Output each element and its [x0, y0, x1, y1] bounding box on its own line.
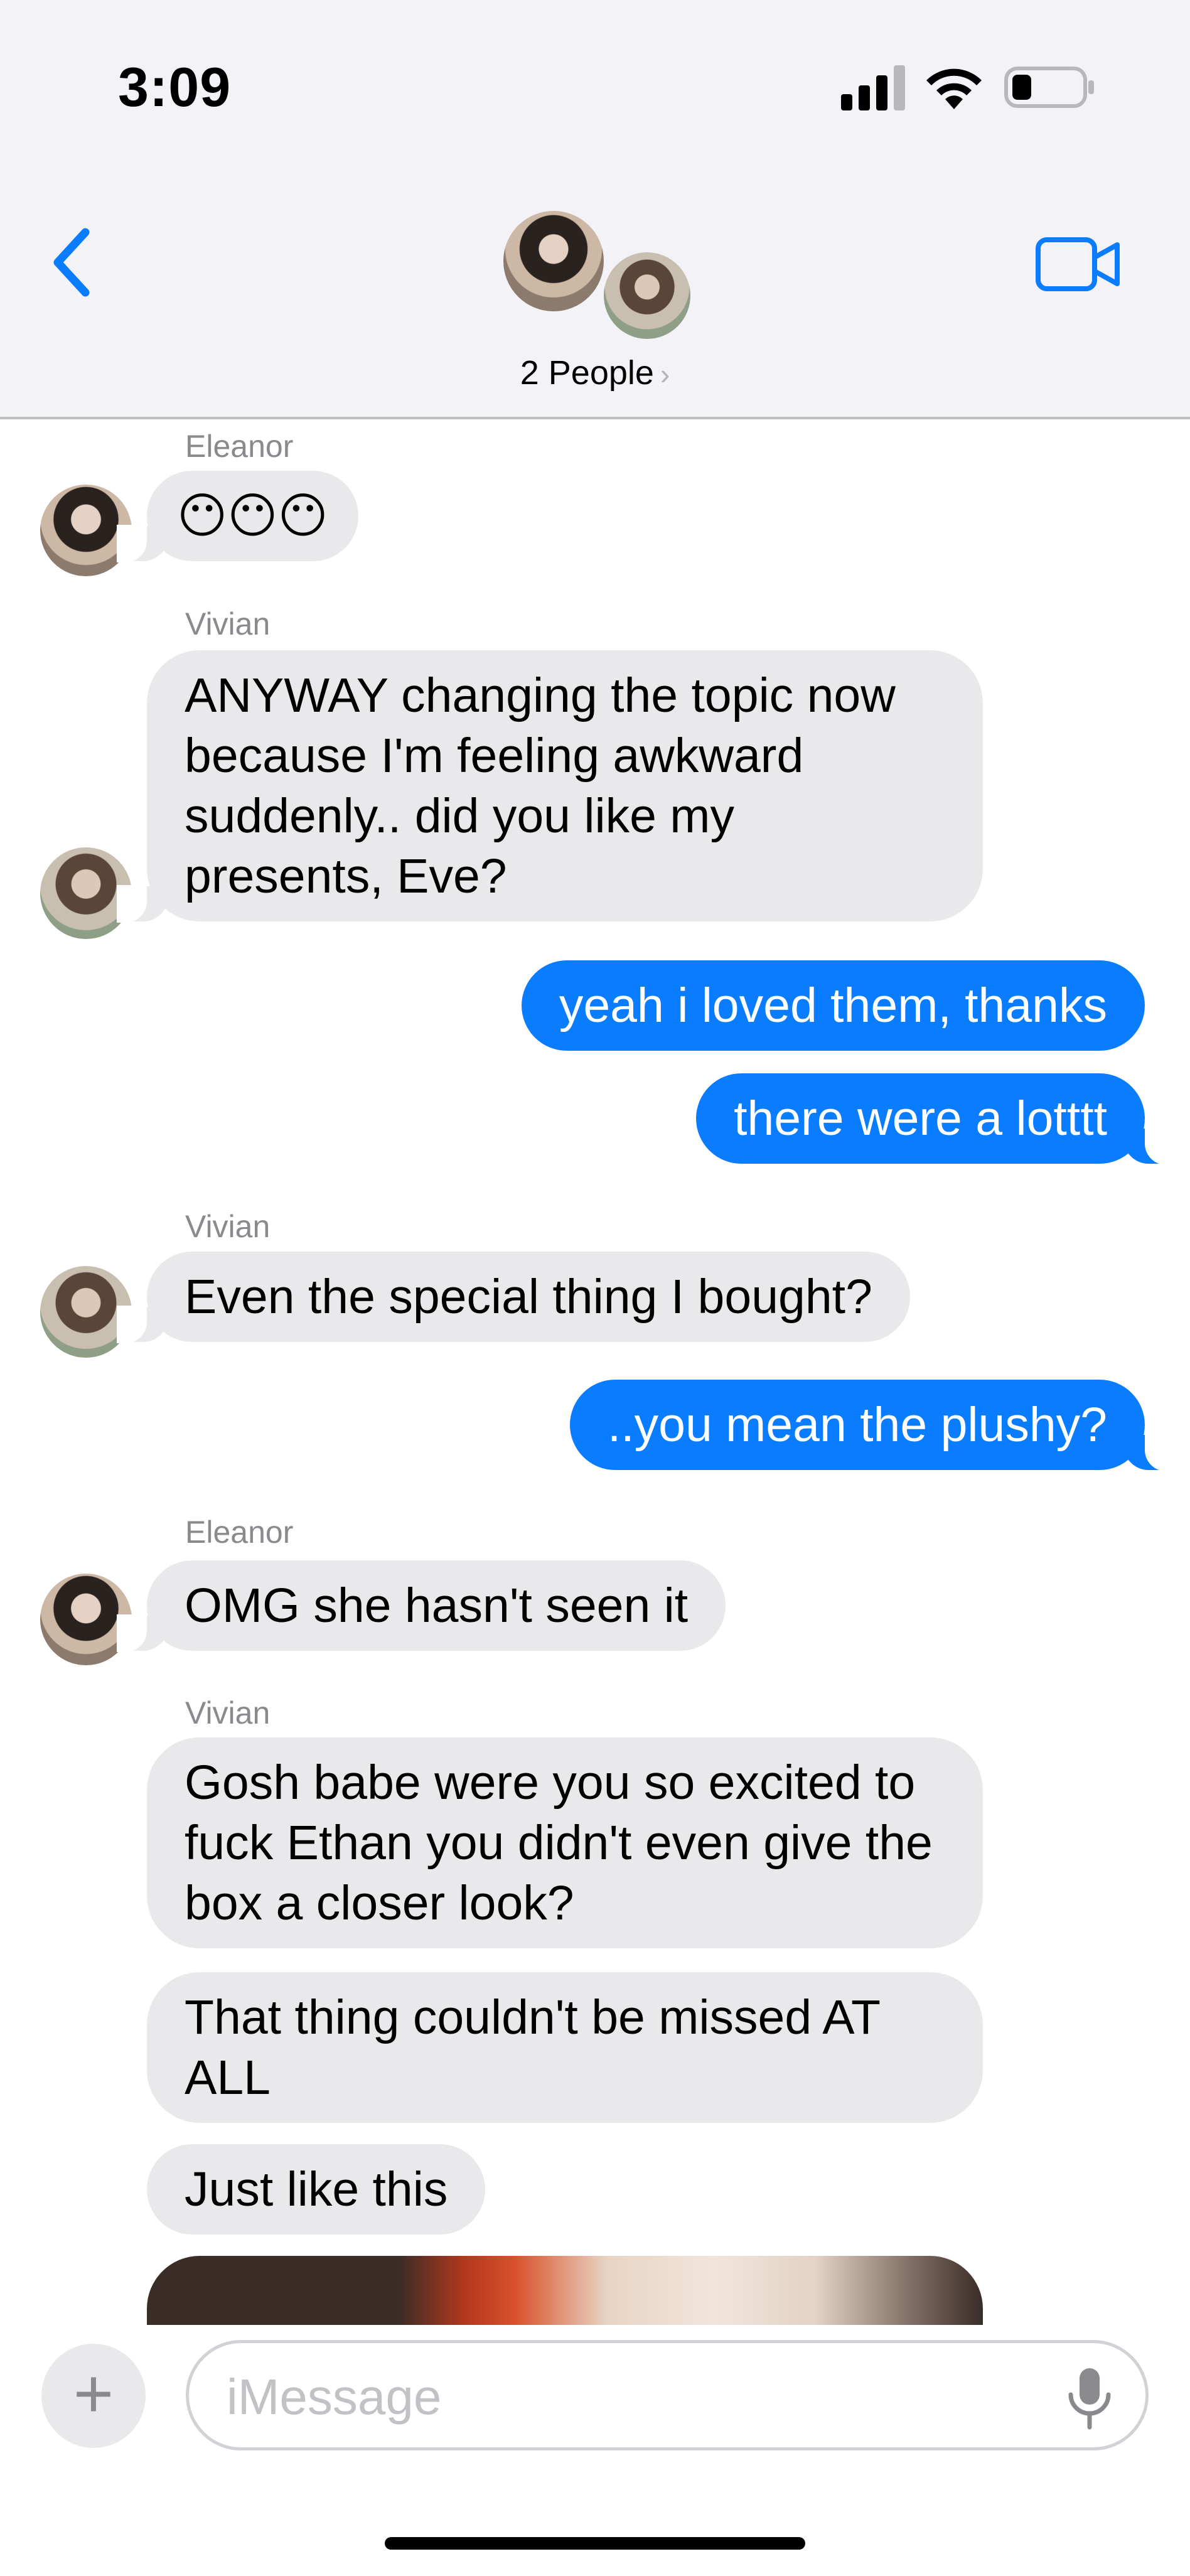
- status-bar: 3:09: [0, 0, 1190, 162]
- message-text: 😶😶😶: [177, 489, 328, 543]
- message-field: [186, 2340, 1149, 2450]
- message-text: yeah i loved them, thanks: [559, 979, 1107, 1033]
- message-bubble[interactable]: ANYWAY changing the topic now because I'…: [117, 650, 983, 923]
- status-time: 3:09: [118, 56, 232, 118]
- message-bubble[interactable]: OMG she hasn't seen it: [116, 1560, 726, 1652]
- message-bubble[interactable]: Gosh babe were you so excited to fuck Et…: [147, 1737, 983, 1948]
- conversation-title[interactable]: 2 People ›: [0, 353, 1190, 392]
- battery-icon: [1004, 67, 1094, 108]
- sender-name: Vivian: [185, 1695, 271, 1731]
- sender-name: Eleanor: [185, 1515, 294, 1550]
- message-text: ..you mean the plushy?: [607, 1398, 1107, 1452]
- conversation-header: 2 People ›: [0, 162, 1190, 419]
- plus-button[interactable]: +: [41, 2344, 146, 2448]
- conversation-title-label: 2 People: [520, 354, 654, 392]
- sender-name: Vivian: [185, 1209, 271, 1244]
- message-text: That thing couldn't be missed AT ALL: [185, 1990, 880, 2105]
- message-bubble[interactable]: 😶😶😶: [117, 471, 358, 562]
- message-text: Just like this: [185, 2162, 448, 2216]
- message-input[interactable]: [227, 2367, 1043, 2427]
- home-indicator: [385, 2537, 805, 2550]
- message-text: Gosh babe were you so excited to fuck Et…: [185, 1756, 933, 1930]
- wifi-icon: [926, 68, 982, 109]
- message-bubble-outgoing[interactable]: ..you mean the plushy?: [569, 1380, 1176, 1471]
- cellular-signal-icon: [841, 65, 905, 110]
- message-text: there were a lotttt: [734, 1092, 1107, 1146]
- message-text: OMG she hasn't seen it: [185, 1579, 689, 1633]
- message-text: Even the special thing I bought?: [185, 1270, 872, 1324]
- sender-name: Eleanor: [185, 429, 294, 464]
- group-avatars[interactable]: [496, 207, 703, 345]
- avatar-eleanor: [500, 207, 608, 315]
- message-bubble-outgoing[interactable]: there were a lotttt: [696, 1073, 1175, 1165]
- avatar-vivian: [600, 249, 694, 343]
- sender-name: Vivian: [185, 606, 271, 641]
- video-camera-icon[interactable]: [1036, 237, 1121, 291]
- chevron-left-icon[interactable]: [44, 225, 100, 300]
- message-bubble[interactable]: Just like this: [147, 2144, 486, 2235]
- message-bubble-outgoing[interactable]: yeah i loved them, thanks: [521, 960, 1145, 1051]
- message-bubble[interactable]: That thing couldn't be missed AT ALL: [147, 1972, 983, 2123]
- message-bubble[interactable]: Even the special thing I bought?: [117, 1252, 910, 1343]
- microphone-icon[interactable]: [1064, 2366, 1115, 2431]
- message-text: ANYWAY changing the topic now because I'…: [185, 668, 896, 903]
- image-attachment[interactable]: [147, 2256, 983, 2331]
- chevron-right-icon: ›: [660, 358, 670, 390]
